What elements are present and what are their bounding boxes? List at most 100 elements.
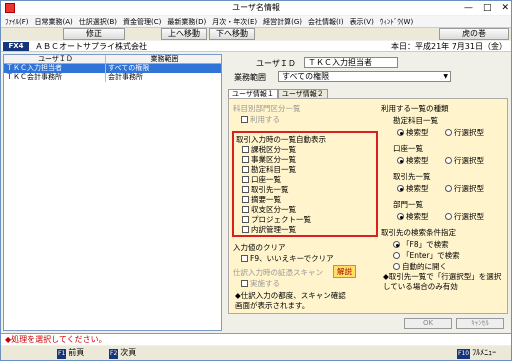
radio-icon (445, 185, 452, 192)
type-radio-search[interactable]: 検索型 (397, 155, 429, 166)
auto-item-label: 内訳管理一覧 (251, 225, 296, 234)
f1-key-badge: F1 (57, 349, 67, 359)
tora-button[interactable]: 虎の巻 (439, 28, 509, 40)
f2-label: 次頁 (120, 348, 137, 357)
checkbox-icon (242, 156, 249, 163)
type-name: 勘定科目一覧 (393, 116, 438, 125)
fix-button[interactable]: 修正 (63, 28, 125, 40)
auto-item-label: 課税区分一覧 (251, 145, 296, 154)
f10-full-menu[interactable]: F10 ﾌﾙﾒﾆｭｰ (457, 348, 497, 359)
type-radio-row[interactable]: 行選択型 (445, 155, 484, 166)
move-down-button[interactable]: 下へ移動 (209, 28, 255, 40)
scope-select[interactable]: すべての権限 ▼ (278, 71, 451, 82)
user-list: ユーザＩＤ 業務範囲 ＴＫＣ入力担当者 すべての権限 ＴＫＣ会計事務所 会計事務… (3, 54, 222, 331)
clear-checkbox[interactable]: F9、いいえキーでクリア (241, 253, 334, 264)
type-radio-label: 検索型 (406, 184, 429, 193)
menu-calc[interactable]: 経営計算(G) (263, 16, 302, 27)
f10-label: ﾌﾙﾒﾆｭｰ (472, 348, 497, 357)
scan-note: ◆仕訳入力の都度、スキャン確認画面が表示されます。 (235, 291, 346, 310)
checkbox-icon (242, 226, 249, 233)
close-icon[interactable]: ✕ (501, 1, 509, 15)
f2-key-badge: F2 (109, 349, 119, 359)
move-up-button[interactable]: 上へ移動 (161, 28, 207, 40)
kamoku-use-checkbox[interactable]: 利用する (241, 114, 280, 125)
menu-window[interactable]: ｳｨﾝﾄﾞｳ(W) (380, 16, 413, 27)
tab-user-info-2[interactable]: ユーザ情報２ (277, 89, 328, 98)
maximize-icon[interactable]: □ (483, 1, 492, 15)
auto-item-label: 摘要一覧 (251, 195, 281, 204)
menu-file[interactable]: ﾌｧｲﾙ(F) (5, 16, 29, 27)
checkbox-icon (242, 216, 249, 223)
detail-pane: ユーザＩＤ ＴＫＣ入力担当者 業務範囲 すべての権限 ▼ ユーザ情報１ ユーザ情… (226, 54, 511, 331)
auto-item[interactable]: 内訳管理一覧 (242, 224, 296, 235)
search-radio[interactable]: 「F8」で検索 (393, 239, 449, 250)
menu-company[interactable]: 会社情報(I) (308, 16, 344, 27)
type-radio-row[interactable]: 行選択型 (445, 183, 484, 194)
user-row[interactable]: ＴＫＣ会計事務所 会計事務所 (4, 73, 221, 82)
type-radio-label: 行選択型 (454, 128, 484, 137)
app-window: ユーザ名情報 — □ ✕ ﾌｧｲﾙ(F) 日常業務(A) 仕訳選択(B) 資金管… (0, 0, 512, 361)
menu-view[interactable]: 表示(V) (350, 16, 374, 27)
menu-funds[interactable]: 資金管理(C) (123, 16, 161, 27)
scope-label: 業務範囲 (234, 73, 266, 82)
type-radio-label: 検索型 (406, 128, 429, 137)
type-radio-row[interactable]: 行選択型 (445, 127, 484, 138)
f1-prev-page[interactable]: F1 前頁 (57, 348, 85, 359)
radio-icon (397, 129, 404, 136)
scan-label: 実施する (250, 279, 280, 288)
search-radio[interactable]: 自動的に開く (393, 261, 447, 272)
menu-daily[interactable]: 日常業務(A) (35, 16, 73, 27)
f1-label: 前頁 (68, 348, 85, 357)
toolbar: 修正 上へ移動 下へ移動 虎の巻 (1, 28, 511, 40)
title-bar: ユーザ名情報 — □ ✕ (1, 1, 511, 15)
type-radio-search[interactable]: 検索型 (397, 183, 429, 194)
radio-icon (445, 213, 452, 220)
user-row-scope: すべての権限 (108, 64, 150, 72)
scan-checkbox[interactable]: 実施する (241, 278, 280, 289)
fx4-badge: FX4 (3, 42, 29, 51)
search-radio-label: 「Enter」で検索 (402, 251, 460, 260)
f2-next-page[interactable]: F2 次頁 (109, 348, 137, 359)
status-text: ◆処理を選択してください。 (5, 335, 107, 344)
type-radio-label: 行選択型 (454, 156, 484, 165)
status-bar: ◆処理を選択してください。 (1, 333, 511, 345)
auto-item-label: 収支区分一覧 (251, 205, 296, 214)
type-radio-row[interactable]: 行選択型 (445, 211, 484, 222)
menu-journal[interactable]: 仕訳選択(B) (79, 16, 117, 27)
window-title: ユーザ名情報 (232, 3, 280, 12)
auto-item-label: 事業区分一覧 (251, 155, 296, 164)
menu-monthly[interactable]: 月次・年次(E) (212, 16, 257, 27)
menu-latest[interactable]: 最新業務(D) (167, 16, 206, 27)
menu-bar: ﾌｧｲﾙ(F) 日常業務(A) 仕訳選択(B) 資金管理(C) 最新業務(D) … (1, 16, 511, 28)
radio-icon (393, 263, 400, 270)
search-title: 取引先の検索条件指定 (381, 228, 456, 237)
minimize-icon[interactable]: — (464, 1, 473, 15)
search-radio-label: 自動的に開く (402, 262, 447, 271)
function-key-bar: F1 前頁 F2 次頁 F10 ﾌﾙﾒﾆｭｰ (1, 346, 511, 360)
user-list-header: ユーザＩＤ 業務範囲 (4, 55, 221, 64)
auto-item-label: プロジェクト一覧 (251, 215, 311, 224)
settings-panel: 科目別部門区分一覧 利用する 取引入力時の一覧自動表示 課税区分一覧 事業区分一… (228, 98, 508, 314)
ok-button[interactable]: OK (404, 318, 452, 329)
type-name: 部門一覧 (393, 200, 423, 209)
cancel-button[interactable]: ｷｬﾝｾﾙ (456, 318, 504, 329)
radio-icon (397, 213, 404, 220)
scan-help-button[interactable]: 解説 (333, 265, 356, 278)
user-row-scope: 会計事務所 (108, 73, 143, 81)
search-radio[interactable]: 「Enter」で検索 (393, 250, 460, 261)
radio-icon (397, 157, 404, 164)
checkbox-icon (241, 280, 248, 287)
kamoku-title: 科目別部門区分一覧 (233, 104, 301, 113)
col-user-id: ユーザＩＤ (4, 55, 106, 63)
checkbox-icon (242, 146, 249, 153)
tab-user-info-1[interactable]: ユーザ情報１ (228, 89, 278, 98)
user-row-id: ＴＫＣ会計事務所 (4, 73, 106, 82)
type-radio-search[interactable]: 検索型 (397, 127, 429, 138)
radio-icon (393, 252, 400, 259)
user-id-field[interactable]: ＴＫＣ入力担当者 (304, 57, 398, 68)
user-row[interactable]: ＴＫＣ入力担当者 すべての権限 (4, 64, 221, 73)
type-radio-search[interactable]: 検索型 (397, 211, 429, 222)
scope-value: すべての権限 (282, 72, 330, 81)
type-radio-label: 検索型 (406, 156, 429, 165)
checkbox-icon (241, 255, 248, 262)
